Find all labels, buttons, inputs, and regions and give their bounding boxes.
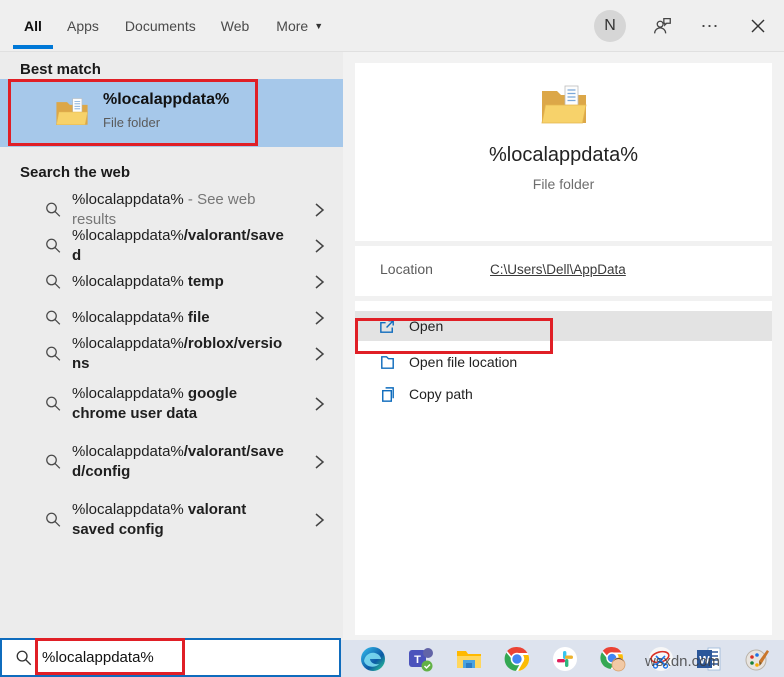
tab-documents[interactable]: Documents [125, 0, 196, 52]
suggestion-suffix: temp [184, 273, 224, 290]
svg-text:T: T [414, 654, 421, 666]
tab-more[interactable]: More ▼ [276, 0, 323, 52]
action-open[interactable]: Open [355, 311, 772, 341]
search-icon [44, 273, 63, 292]
search-icon [44, 309, 63, 328]
tab-web[interactable]: Web [221, 0, 250, 52]
search-icon [44, 511, 63, 530]
location-label: Location [380, 261, 490, 277]
close-icon[interactable] [746, 14, 770, 38]
suggestion-row[interactable]: %localappdata%/valorant/saved/config [0, 436, 343, 488]
suggestion-suffix: file [184, 309, 210, 326]
best-match-title: %localappdata% [103, 91, 229, 109]
search-filter-bar: All Apps Documents Web More ▼ N ⋯ [0, 0, 784, 52]
open-icon [378, 317, 397, 336]
suggestion-row[interactable]: %localappdata% valorant saved config [0, 494, 343, 546]
suggestion-row[interactable]: %localappdata% google chrome user data [0, 378, 343, 430]
suggestion-row[interactable]: %localappdata%/roblox/versions [0, 336, 343, 372]
suggestion-row[interactable]: %localappdata% - See web results [0, 192, 343, 228]
suggestion-row[interactable]: %localappdata% file [0, 300, 343, 336]
suggestion-base: %localappdata% [72, 443, 184, 460]
divider [355, 296, 772, 301]
folder-icon-large [540, 84, 588, 126]
chevron-right-icon [313, 238, 325, 254]
search-icon [44, 395, 63, 414]
topbar-actions: N ⋯ [594, 0, 770, 52]
chevron-right-icon [313, 454, 325, 470]
chrome-icon[interactable] [504, 646, 530, 672]
copy-icon [378, 385, 397, 404]
suggestion-base: %localappdata% [72, 335, 184, 352]
action-open-label: Open [409, 318, 443, 334]
edge-icon[interactable] [360, 646, 386, 672]
action-open-file-location-label: Open file location [409, 354, 517, 370]
suggestion-base: %localappdata% [72, 501, 184, 518]
best-match-subtitle: File folder [103, 115, 229, 130]
search-icon [44, 345, 63, 364]
search-icon [44, 237, 63, 256]
preview-subtitle: File folder [355, 176, 772, 192]
preview-title: %localappdata% [355, 144, 772, 167]
results-pane: Best match %localappdata% File folder Se… [0, 52, 343, 638]
details-pane: %localappdata% File folder Location C:\U… [355, 63, 772, 635]
chevron-right-icon [313, 512, 325, 528]
web-suggestions-list: %localappdata% - See web results %locala… [0, 192, 343, 546]
chevron-right-icon [313, 310, 325, 326]
action-copy-path[interactable]: Copy path [355, 379, 772, 409]
action-copy-path-label: Copy path [409, 386, 473, 402]
slack-icon[interactable] [552, 646, 578, 672]
search-input[interactable] [42, 649, 282, 666]
location-row: Location C:\Users\Dell\AppData [380, 261, 626, 277]
suggestion-base: %localappdata% [72, 191, 184, 208]
tab-more-label: More [276, 18, 308, 34]
location-path-link[interactable]: C:\Users\Dell\AppData [490, 262, 626, 277]
windows-search-flyout: All Apps Documents Web More ▼ N ⋯ [0, 0, 784, 677]
feedback-icon[interactable] [650, 14, 674, 38]
filter-tabs: All Apps Documents Web More ▼ [13, 0, 323, 52]
tab-apps[interactable]: Apps [67, 0, 99, 52]
chevron-right-icon [313, 396, 325, 412]
chevron-right-icon [313, 346, 325, 362]
suggestion-base: %localappdata% [72, 309, 184, 326]
best-match-header: Best match [20, 52, 343, 79]
chevron-down-icon: ▼ [314, 21, 323, 31]
search-the-web-header: Search the web [20, 164, 343, 190]
action-open-file-location[interactable]: Open file location [355, 347, 772, 377]
search-icon [44, 453, 63, 472]
paint-icon[interactable] [744, 646, 770, 672]
user-avatar[interactable]: N [594, 10, 626, 42]
suggestion-row[interactable]: %localappdata%/valorant/saved [0, 228, 343, 264]
teams-icon[interactable]: T [408, 646, 434, 672]
search-icon [15, 649, 33, 667]
folder-icon [55, 97, 89, 127]
chrome-profile-icon[interactable] [600, 646, 626, 672]
watermark: wsxdn.com [645, 653, 720, 670]
suggestion-base: %localappdata% [72, 273, 184, 290]
tab-all[interactable]: All [13, 0, 53, 52]
suggestion-base: %localappdata% [72, 227, 184, 244]
folder-location-icon [378, 353, 397, 372]
suggestion-row[interactable]: %localappdata% temp [0, 264, 343, 300]
file-explorer-icon[interactable] [456, 646, 482, 672]
result-preview: %localappdata% File folder [355, 63, 772, 192]
best-match-result[interactable]: %localappdata% File folder [0, 79, 343, 147]
suggestion-base: %localappdata% [72, 385, 184, 402]
more-options-icon[interactable]: ⋯ [698, 14, 722, 38]
divider [355, 241, 772, 246]
chevron-right-icon [313, 274, 325, 290]
search-icon [44, 201, 63, 220]
search-bar [0, 638, 341, 677]
chevron-right-icon [313, 202, 325, 218]
